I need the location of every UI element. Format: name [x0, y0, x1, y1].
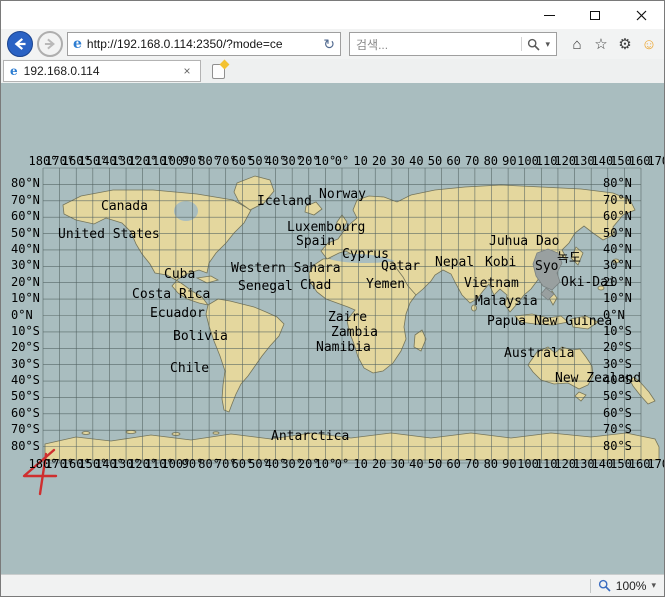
maximize-icon: [590, 11, 600, 20]
tab-bar: e 192.168.0.114 ×: [1, 59, 664, 83]
minimize-icon: [544, 15, 555, 16]
close-button[interactable]: [618, 1, 664, 29]
zoom-control[interactable]: 100% ▾: [598, 579, 656, 593]
navigation-bar: e http://192.168.0.114:2350/?mode=ce ↻ 검…: [1, 29, 664, 59]
zoom-icon: [598, 579, 611, 592]
search-divider: [521, 37, 522, 51]
status-divider: [590, 579, 591, 593]
address-input[interactable]: http://192.168.0.114:2350/?mode=ce: [87, 37, 320, 51]
search-box[interactable]: 검색... ▾: [349, 32, 557, 56]
small-island: [613, 259, 619, 263]
back-arrow-icon: [8, 32, 32, 56]
address-bar[interactable]: e http://192.168.0.114:2350/?mode=ce ↻: [67, 32, 341, 56]
island-cuba: [197, 276, 218, 283]
small-island: [598, 286, 604, 290]
forward-button[interactable]: [37, 31, 63, 57]
subantarctic-island: [213, 432, 219, 434]
sea-hudson-bay: [174, 201, 198, 221]
home-button[interactable]: ⌂: [565, 37, 589, 52]
favorites-button[interactable]: ☆: [589, 37, 613, 52]
toolbar-icons: ⌂ ☆ ⚙ ☺: [565, 32, 661, 56]
continent-south-america: [206, 299, 284, 412]
status-bar: 100% ▾: [1, 574, 664, 596]
new-tab-icon: [212, 64, 225, 79]
continent-north-america: [63, 190, 251, 305]
island-madagascar: [414, 330, 426, 351]
zoom-dropdown-icon[interactable]: ▾: [651, 581, 656, 590]
tab-title: 192.168.0.114: [24, 64, 174, 78]
settings-button[interactable]: ⚙: [613, 37, 637, 52]
island-tasmania: [575, 392, 586, 401]
close-icon: [636, 10, 647, 21]
browser-window: e http://192.168.0.114:2350/?mode=ce ↻ 검…: [0, 0, 665, 597]
subantarctic-island: [126, 431, 136, 434]
page-content-map: 80°N80°N70°N70°N60°N60°N50°N50°N40°N40°N…: [1, 83, 664, 574]
map-artifact-blob: [533, 249, 562, 290]
back-button[interactable]: [7, 31, 33, 57]
island-iceland: [305, 202, 322, 215]
maximize-button[interactable]: [572, 1, 618, 29]
tab-close-button[interactable]: ×: [180, 64, 194, 78]
world-map: [1, 83, 664, 574]
island-new-guinea: [571, 316, 598, 329]
search-dropdown-icon[interactable]: ▾: [545, 40, 550, 49]
search-input[interactable]: 검색...: [356, 36, 516, 53]
tab-active[interactable]: e 192.168.0.114 ×: [3, 60, 201, 82]
continent-australia: [528, 347, 593, 389]
window-controls: [526, 1, 664, 29]
new-tab-button[interactable]: [206, 62, 230, 80]
tab-favicon: e: [10, 65, 18, 77]
forward-arrow-icon: [39, 33, 61, 55]
titlebar: [1, 1, 664, 29]
smiley-feedback-button[interactable]: ☺: [637, 37, 661, 52]
minimize-button[interactable]: [526, 1, 572, 29]
zoom-level: 100%: [616, 579, 647, 593]
page-favicon: e: [73, 37, 82, 51]
refresh-button[interactable]: ↻: [323, 37, 335, 51]
subantarctic-island: [82, 432, 90, 435]
search-icon[interactable]: [527, 38, 540, 51]
island-sri-lanka: [472, 305, 477, 311]
